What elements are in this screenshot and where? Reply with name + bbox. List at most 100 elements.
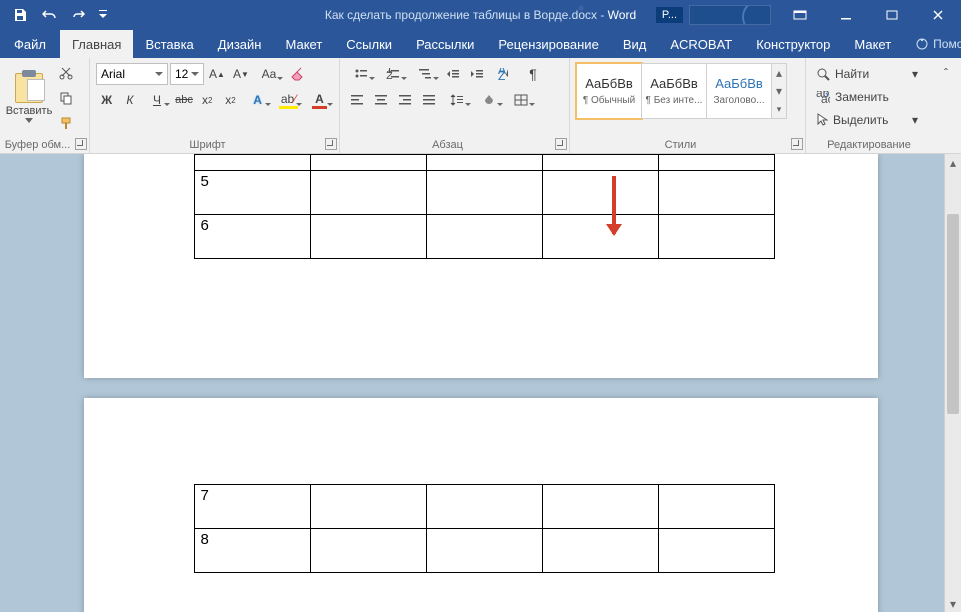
- table-2[interactable]: 78: [194, 484, 775, 573]
- strike-button[interactable]: abc: [173, 89, 194, 111]
- qat-customize-button[interactable]: [96, 1, 110, 29]
- table-cell[interactable]: [426, 171, 542, 215]
- ribbon-options-button[interactable]: [777, 0, 823, 30]
- style-no-spacing[interactable]: АаБбВв ¶ Без инте...: [641, 63, 707, 119]
- tab-acrobat[interactable]: ACROBAT: [658, 30, 744, 58]
- show-marks-button[interactable]: ¶: [522, 63, 544, 85]
- underline-button[interactable]: Ч: [142, 89, 171, 111]
- table-cell[interactable]: [310, 485, 426, 529]
- tab-table-layout[interactable]: Макет: [842, 30, 903, 58]
- table-cell[interactable]: 6: [194, 215, 310, 259]
- multilevel-button[interactable]: [410, 63, 440, 85]
- format-painter-button[interactable]: [56, 113, 76, 133]
- table-cell[interactable]: 7: [194, 485, 310, 529]
- copy-button[interactable]: [56, 88, 76, 108]
- tab-layout[interactable]: Макет: [273, 30, 334, 58]
- sort-button[interactable]: AZ: [490, 63, 520, 85]
- undo-button[interactable]: [36, 1, 64, 29]
- superscript-button[interactable]: x2: [220, 89, 241, 111]
- find-button[interactable]: Найти▾: [812, 63, 922, 85]
- table-cell[interactable]: [542, 485, 658, 529]
- replace-button[interactable]: abacЗаменить: [812, 86, 922, 108]
- table-cell[interactable]: [542, 529, 658, 573]
- table-cell[interactable]: [426, 155, 542, 171]
- scroll-up-button[interactable]: ▴: [945, 154, 961, 171]
- table-cell[interactable]: [426, 215, 542, 259]
- table-cell[interactable]: [658, 171, 774, 215]
- tell-me-input[interactable]: Помощ...: [903, 30, 961, 58]
- vertical-scrollbar[interactable]: ▴ ▾: [944, 154, 961, 612]
- bold-button[interactable]: Ж: [96, 89, 117, 111]
- text-effects-button[interactable]: A: [243, 89, 272, 111]
- tab-home[interactable]: Главная: [60, 30, 133, 58]
- tab-file[interactable]: Файл: [0, 30, 60, 58]
- shading-button[interactable]: [474, 89, 504, 111]
- justify-button[interactable]: [418, 89, 440, 111]
- table-cell[interactable]: [542, 155, 658, 171]
- paste-button[interactable]: Вставить: [6, 61, 52, 135]
- highlight-button[interactable]: ab⁄: [274, 89, 303, 111]
- styles-launcher[interactable]: [791, 138, 803, 150]
- table-cell[interactable]: [310, 215, 426, 259]
- table-cell[interactable]: [542, 215, 658, 259]
- select-button[interactable]: Выделить▾: [812, 109, 922, 131]
- align-center-button[interactable]: [370, 89, 392, 111]
- italic-button[interactable]: К: [119, 89, 140, 111]
- font-launcher[interactable]: [325, 138, 337, 150]
- scroll-down-button[interactable]: ▾: [945, 595, 961, 612]
- style-heading1[interactable]: АаБбВв Заголово...: [706, 63, 772, 119]
- maximize-button[interactable]: [869, 0, 915, 30]
- font-name-select[interactable]: Arial: [96, 63, 168, 85]
- account-area[interactable]: [689, 5, 771, 25]
- bullets-button[interactable]: [346, 63, 376, 85]
- borders-button[interactable]: [506, 89, 536, 111]
- change-case-button[interactable]: Aa: [254, 63, 284, 85]
- document-area[interactable]: 56 78: [0, 154, 961, 612]
- tab-review[interactable]: Рецензирование: [486, 30, 610, 58]
- cut-button[interactable]: [56, 63, 76, 83]
- table-cell[interactable]: [542, 171, 658, 215]
- scroll-thumb[interactable]: [947, 214, 959, 414]
- save-button[interactable]: [6, 1, 34, 29]
- table-cell[interactable]: [194, 155, 310, 171]
- tab-view[interactable]: Вид: [611, 30, 659, 58]
- table-1[interactable]: 56: [194, 154, 775, 259]
- clipboard-launcher[interactable]: [75, 138, 87, 150]
- subscript-button[interactable]: x2: [197, 89, 218, 111]
- clear-formatting-button[interactable]: [286, 63, 308, 85]
- table-cell[interactable]: [310, 529, 426, 573]
- table-cell[interactable]: [310, 171, 426, 215]
- font-color-button[interactable]: A: [305, 89, 334, 111]
- table-cell[interactable]: 8: [194, 529, 310, 573]
- style-normal[interactable]: АаБбВв ¶ Обычный: [576, 63, 642, 119]
- tab-insert[interactable]: Вставка: [133, 30, 205, 58]
- addin-badge[interactable]: P...: [656, 7, 683, 23]
- table-cell[interactable]: [658, 485, 774, 529]
- table-cell[interactable]: [658, 155, 774, 171]
- numbering-button[interactable]: 12: [378, 63, 408, 85]
- align-right-button[interactable]: [394, 89, 416, 111]
- grow-font-button[interactable]: A▲: [206, 63, 228, 85]
- table-cell[interactable]: [310, 155, 426, 171]
- table-cell[interactable]: [658, 529, 774, 573]
- shrink-font-button[interactable]: A▼: [230, 63, 252, 85]
- indent-increase-button[interactable]: [466, 63, 488, 85]
- table-cell[interactable]: [658, 215, 774, 259]
- paragraph-launcher[interactable]: [555, 138, 567, 150]
- line-spacing-button[interactable]: [442, 89, 472, 111]
- table-cell[interactable]: [426, 529, 542, 573]
- indent-decrease-button[interactable]: [442, 63, 464, 85]
- close-button[interactable]: [915, 0, 961, 30]
- table-cell[interactable]: [426, 485, 542, 529]
- table-cell[interactable]: 5: [194, 171, 310, 215]
- styles-gallery-more[interactable]: ▴▾▾: [771, 63, 787, 119]
- minimize-button[interactable]: [823, 0, 869, 30]
- redo-button[interactable]: [66, 1, 94, 29]
- align-left-button[interactable]: [346, 89, 368, 111]
- collapse-ribbon-button[interactable]: ˆ: [935, 62, 957, 84]
- tab-mailings[interactable]: Рассылки: [404, 30, 486, 58]
- tab-references[interactable]: Ссылки: [334, 30, 404, 58]
- tab-design[interactable]: Дизайн: [206, 30, 274, 58]
- tab-table-design[interactable]: Конструктор: [744, 30, 842, 58]
- font-size-select[interactable]: 12: [170, 63, 204, 85]
